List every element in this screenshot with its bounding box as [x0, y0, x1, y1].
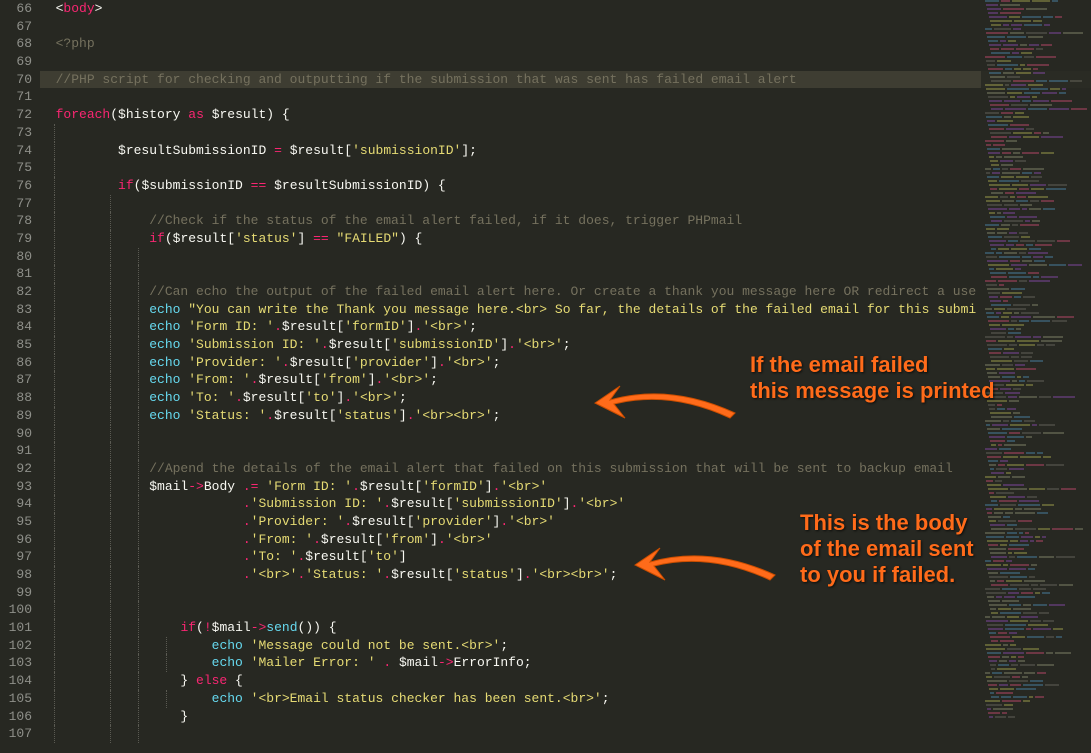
line-number: 82 [0, 283, 32, 301]
code-line[interactable]: echo 'Form ID: '.$result['formID'].'<br>… [40, 318, 1091, 336]
line-number: 98 [0, 566, 32, 584]
line-number: 95 [0, 513, 32, 531]
line-number: 102 [0, 637, 32, 655]
line-number: 86 [0, 354, 32, 372]
code-line[interactable] [40, 18, 1091, 36]
code-line[interactable]: echo "You can write the Thank you messag… [40, 301, 1091, 319]
line-number: 77 [0, 195, 32, 213]
line-number: 80 [0, 248, 32, 266]
line-number: 74 [0, 142, 32, 160]
code-line[interactable] [40, 584, 1091, 602]
code-line[interactable]: echo 'Message could not be sent.<br>'; [40, 637, 1091, 655]
code-line[interactable] [40, 725, 1091, 743]
code-line[interactable]: <body> [40, 0, 1091, 18]
line-number: 87 [0, 371, 32, 389]
line-number: 91 [0, 442, 32, 460]
code-line[interactable] [40, 88, 1091, 106]
line-number: 68 [0, 35, 32, 53]
code-line[interactable] [40, 425, 1091, 443]
line-number: 104 [0, 672, 32, 690]
line-number: 89 [0, 407, 32, 425]
code-line[interactable] [40, 195, 1091, 213]
code-line[interactable] [40, 442, 1091, 460]
line-number: 72 [0, 106, 32, 124]
code-line[interactable]: if($submissionID == $resultSubmissionID)… [40, 177, 1091, 195]
line-number: 83 [0, 301, 32, 319]
code-line[interactable]: $resultSubmissionID = $result['submissio… [40, 142, 1091, 160]
line-number: 75 [0, 159, 32, 177]
line-number: 96 [0, 531, 32, 549]
code-line[interactable]: .'To: '.$result['to'] [40, 548, 1091, 566]
code-line[interactable] [40, 248, 1091, 266]
line-number: 88 [0, 389, 32, 407]
code-line[interactable]: echo 'Submission ID: '.$result['submissi… [40, 336, 1091, 354]
code-line[interactable]: if(!$mail->send()) { [40, 619, 1091, 637]
minimap[interactable] [981, 0, 1091, 753]
line-number: 106 [0, 708, 32, 726]
line-number: 69 [0, 53, 32, 71]
line-number: 97 [0, 548, 32, 566]
code-line[interactable]: } else { [40, 672, 1091, 690]
line-number: 84 [0, 318, 32, 336]
code-line[interactable]: $mail->Body .= 'Form ID: '.$result['form… [40, 478, 1091, 496]
line-number: 73 [0, 124, 32, 142]
line-number: 105 [0, 690, 32, 708]
line-number: 94 [0, 495, 32, 513]
line-number: 103 [0, 654, 32, 672]
line-number: 99 [0, 584, 32, 602]
code-line[interactable]: echo 'Mailer Error: ' . $mail->ErrorInfo… [40, 654, 1091, 672]
code-line[interactable]: //Can echo the output of the failed emai… [40, 283, 1091, 301]
line-number: 66 [0, 0, 32, 18]
code-line[interactable]: <?php [40, 35, 1091, 53]
code-line[interactable]: if($result['status'] == "FAILED") { [40, 230, 1091, 248]
line-number-gutter: 6667686970717273747576777879808182838485… [0, 0, 40, 753]
code-line[interactable]: .'<br>'.'Status: '.$result['status'].'<b… [40, 566, 1091, 584]
line-number: 70 [0, 71, 32, 89]
code-line[interactable]: echo 'To: '.$result['to'].'<br>'; [40, 389, 1091, 407]
code-line[interactable] [40, 601, 1091, 619]
line-number: 92 [0, 460, 32, 478]
line-number: 81 [0, 265, 32, 283]
code-editor[interactable]: 6667686970717273747576777879808182838485… [0, 0, 1091, 753]
line-number: 67 [0, 18, 32, 36]
code-line[interactable]: .'From: '.$result['from'].'<br>' [40, 531, 1091, 549]
code-line[interactable]: //Apend the details of the email alert t… [40, 460, 1091, 478]
code-line[interactable]: echo 'Status: '.$result['status'].'<br><… [40, 407, 1091, 425]
code-line[interactable] [40, 265, 1091, 283]
code-line[interactable] [40, 159, 1091, 177]
line-number: 71 [0, 88, 32, 106]
line-number: 90 [0, 425, 32, 443]
line-number: 78 [0, 212, 32, 230]
line-number: 101 [0, 619, 32, 637]
code-line[interactable]: echo 'Provider: '.$result['provider'].'<… [40, 354, 1091, 372]
code-area[interactable]: <body> <?php //PHP script for checking a… [40, 0, 1091, 753]
code-line[interactable] [40, 53, 1091, 71]
line-number: 79 [0, 230, 32, 248]
code-line[interactable]: //Check if the status of the email alert… [40, 212, 1091, 230]
code-line[interactable]: foreach($history as $result) { [40, 106, 1091, 124]
line-number: 85 [0, 336, 32, 354]
code-line[interactable]: echo '<br>Email status checker has been … [40, 690, 1091, 708]
code-line[interactable]: .'Submission ID: '.$result['submissionID… [40, 495, 1091, 513]
code-line[interactable]: echo 'From: '.$result['from'].'<br>'; [40, 371, 1091, 389]
line-number: 100 [0, 601, 32, 619]
code-line[interactable]: .'Provider: '.$result['provider'].'<br>' [40, 513, 1091, 531]
code-line[interactable]: //PHP script for checking and outputting… [40, 71, 1091, 89]
line-number: 107 [0, 725, 32, 743]
code-line[interactable]: } [40, 708, 1091, 726]
code-line[interactable] [40, 124, 1091, 142]
line-number: 76 [0, 177, 32, 195]
line-number: 93 [0, 478, 32, 496]
